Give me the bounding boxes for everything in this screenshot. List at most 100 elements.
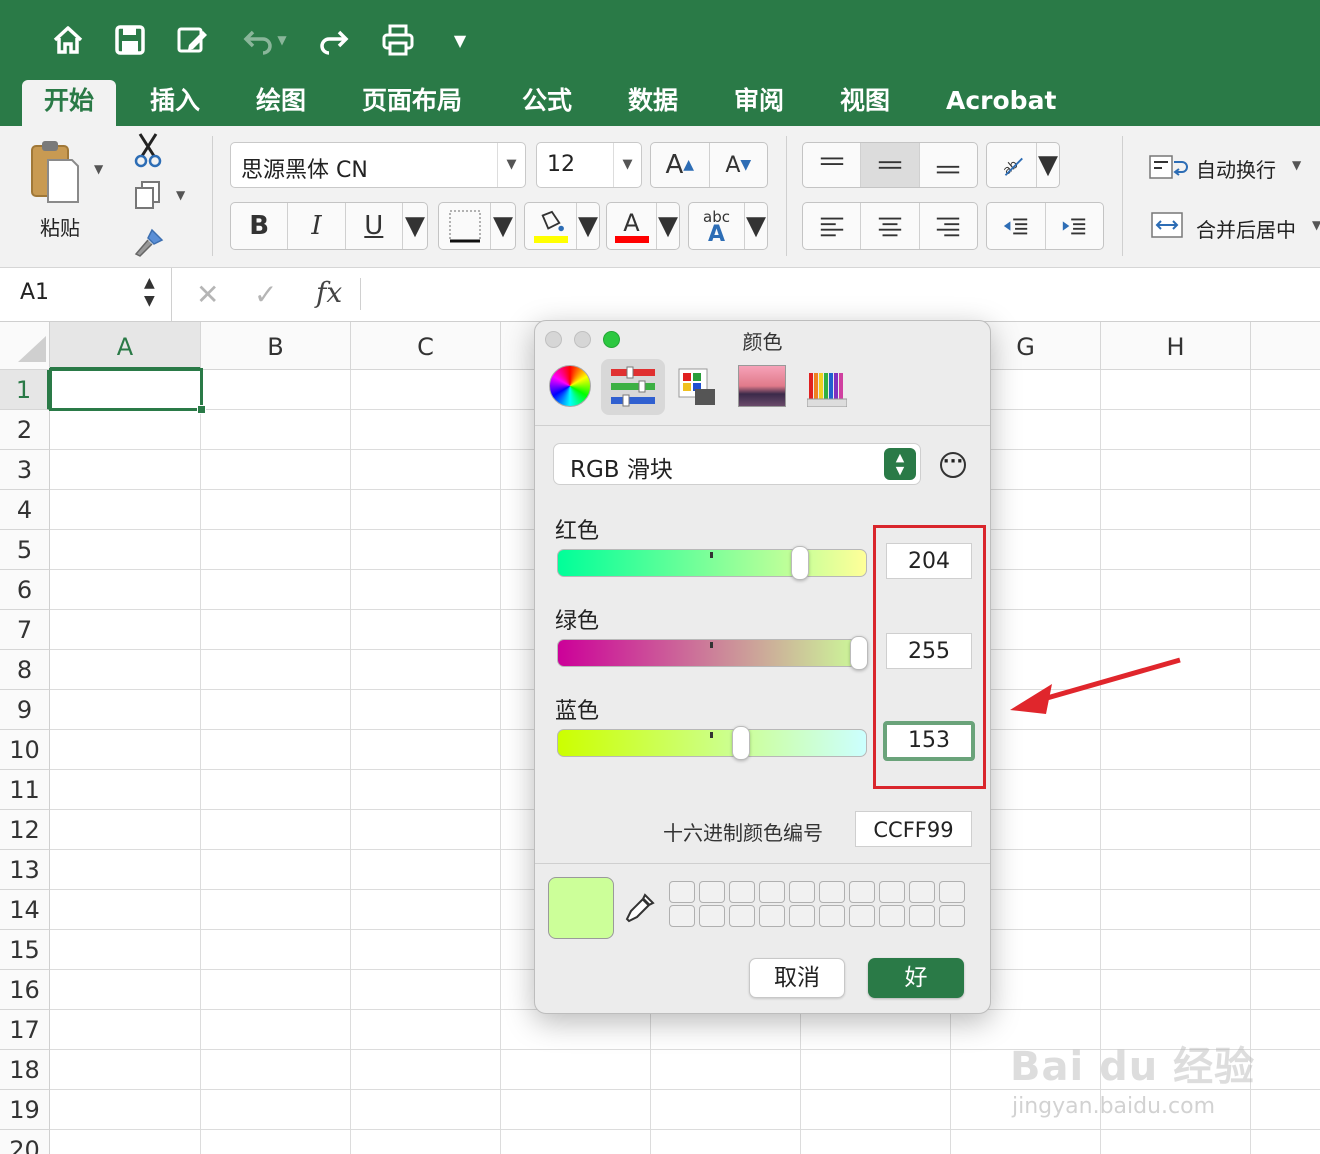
row-header[interactable]: 9: [0, 690, 50, 730]
edit-sheet-icon[interactable]: [170, 18, 214, 62]
green-slider-knob[interactable]: [850, 636, 868, 670]
saved-swatch[interactable]: [669, 905, 695, 927]
saved-swatch[interactable]: [789, 881, 815, 903]
decrease-indent-button[interactable]: [987, 203, 1046, 249]
copy-dropdown-icon[interactable]: ▼: [176, 188, 185, 202]
saved-swatch[interactable]: [939, 905, 965, 927]
row-header[interactable]: 13: [0, 850, 50, 890]
row-header[interactable]: 17: [0, 1010, 50, 1050]
increase-font-size-button[interactable]: A ▲: [651, 143, 710, 187]
row-header[interactable]: 2: [0, 410, 50, 450]
eyedropper-icon[interactable]: [623, 891, 657, 925]
italic-button[interactable]: I: [288, 203, 346, 249]
saved-swatch[interactable]: [729, 881, 755, 903]
row-header[interactable]: 1: [0, 370, 50, 410]
save-icon[interactable]: [108, 18, 152, 62]
sliders-tab[interactable]: [601, 359, 665, 415]
paste-label[interactable]: 粘贴: [40, 212, 80, 241]
bold-button[interactable]: B: [231, 203, 289, 249]
align-bottom-button[interactable]: [920, 143, 977, 187]
hex-value-input[interactable]: CCFF99: [855, 811, 972, 847]
selected-cell[interactable]: [49, 368, 203, 411]
row-header[interactable]: 19: [0, 1090, 50, 1130]
more-options-icon[interactable]: ···: [940, 452, 966, 478]
tab-acrobat[interactable]: Acrobat: [940, 80, 1062, 126]
saved-swatch[interactable]: [699, 905, 725, 927]
row-header[interactable]: 7: [0, 610, 50, 650]
row-header[interactable]: 20: [0, 1130, 50, 1154]
saved-swatch[interactable]: [759, 881, 785, 903]
ok-button[interactable]: 好: [868, 958, 964, 998]
font-name-dropdown[interactable]: 思源黑体 CN ▼: [230, 142, 526, 188]
saved-swatch[interactable]: [819, 881, 845, 903]
color-palettes-icon[interactable]: [675, 365, 719, 409]
tab-view[interactable]: 视图: [834, 80, 896, 126]
decrease-font-size-button[interactable]: A ▼: [710, 143, 768, 187]
select-all-button[interactable]: [0, 322, 50, 370]
saved-swatch[interactable]: [909, 905, 935, 927]
merge-center-icon[interactable]: [1148, 210, 1188, 240]
saved-swatch[interactable]: [789, 905, 815, 927]
name-box-stepper-icon[interactable]: ▲ ▼: [144, 274, 155, 310]
tab-home[interactable]: 开始: [22, 80, 117, 126]
green-slider[interactable]: [557, 636, 868, 670]
cancel-edit-icon[interactable]: ✕: [196, 278, 219, 311]
saved-swatch[interactable]: [699, 881, 725, 903]
row-header[interactable]: 15: [0, 930, 50, 970]
tab-data[interactable]: 数据: [622, 80, 684, 126]
blue-slider[interactable]: [557, 726, 867, 760]
column-header-b[interactable]: B: [201, 322, 351, 370]
color-wheel-icon[interactable]: [549, 365, 591, 407]
pencils-icon[interactable]: [806, 365, 848, 408]
print-icon[interactable]: [376, 18, 420, 62]
merge-center-dropdown-icon[interactable]: ▼: [1312, 218, 1320, 232]
font-size-dropdown[interactable]: 12 ▼: [536, 142, 642, 188]
increase-indent-button[interactable]: [1046, 203, 1104, 249]
row-header[interactable]: 6: [0, 570, 50, 610]
tab-review[interactable]: 审阅: [728, 80, 790, 126]
column-header-a[interactable]: A: [50, 322, 201, 370]
abc-dropdown-icon[interactable]: ▼: [745, 203, 767, 249]
current-color-swatch[interactable]: [548, 877, 614, 939]
copy-icon[interactable]: [134, 180, 162, 210]
align-right-button[interactable]: [920, 203, 977, 249]
merge-center-button[interactable]: 合并后居中: [1196, 214, 1296, 243]
format-painter-icon[interactable]: [132, 226, 166, 258]
wrap-text-dropdown-icon[interactable]: ▼: [1292, 158, 1301, 172]
borders-button[interactable]: [439, 203, 491, 249]
align-center-button[interactable]: [861, 203, 920, 249]
red-slider-knob[interactable]: [791, 546, 809, 580]
row-header[interactable]: 18: [0, 1050, 50, 1090]
font-color-dropdown-icon[interactable]: ▼: [657, 203, 679, 249]
cut-icon[interactable]: [132, 132, 164, 168]
paste-icon[interactable]: [28, 138, 82, 206]
row-header[interactable]: 10: [0, 730, 50, 770]
undo-dropdown-icon[interactable]: ▼: [272, 18, 292, 62]
underline-dropdown-icon[interactable]: ▼: [403, 203, 427, 249]
row-header[interactable]: 16: [0, 970, 50, 1010]
function-icon[interactable]: fx: [316, 276, 342, 309]
saved-swatch[interactable]: [759, 905, 785, 927]
tab-draw[interactable]: 绘图: [250, 80, 312, 126]
saved-swatch[interactable]: [819, 905, 845, 927]
row-header[interactable]: 12: [0, 810, 50, 850]
home-icon[interactable]: [46, 18, 90, 62]
wrap-text-button[interactable]: 自动换行: [1196, 154, 1276, 183]
underline-button[interactable]: U: [346, 203, 403, 249]
tab-formulas[interactable]: 公式: [516, 80, 578, 126]
borders-dropdown-icon[interactable]: ▼: [491, 203, 515, 249]
saved-swatch[interactable]: [849, 905, 875, 927]
orientation-button[interactable]: ab: [987, 143, 1037, 187]
confirm-edit-icon[interactable]: ✓: [254, 278, 277, 311]
fill-color-dropdown-icon[interactable]: ▼: [577, 203, 599, 249]
align-left-button[interactable]: [803, 203, 862, 249]
customize-toolbar-icon[interactable]: ▼: [438, 18, 482, 62]
image-palettes-icon[interactable]: [738, 365, 786, 407]
paste-dropdown-icon[interactable]: ▼: [94, 162, 103, 176]
saved-swatch[interactable]: [879, 905, 905, 927]
blue-slider-knob[interactable]: [732, 726, 750, 760]
row-header[interactable]: 3: [0, 450, 50, 490]
orientation-dropdown-icon[interactable]: ▼: [1037, 143, 1059, 187]
fill-handle[interactable]: [197, 405, 206, 414]
row-header[interactable]: 4: [0, 490, 50, 530]
